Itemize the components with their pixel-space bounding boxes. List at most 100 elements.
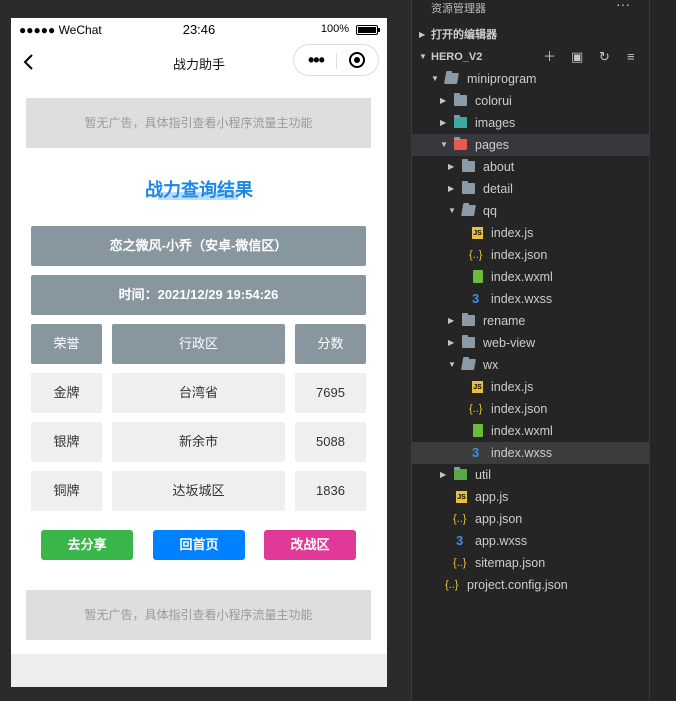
- header-honor: 荣誉: [31, 324, 102, 364]
- tree-item-qq-index-js[interactable]: JS index.js: [411, 222, 649, 244]
- tree-label: miniprogram: [467, 72, 537, 86]
- capsule-divider: [336, 53, 337, 69]
- util-folder-icon: [454, 467, 467, 480]
- tree-label: web-view: [483, 336, 536, 350]
- home-button[interactable]: 回首页: [153, 530, 245, 560]
- open-editors-label: 打开的编辑器: [431, 29, 497, 41]
- ad-banner-bottom[interactable]: 暂无广告，具体指引查看小程序流量主功能: [26, 590, 371, 640]
- tree-label: project.config.json: [467, 578, 568, 592]
- chevron-down-icon: ▼: [448, 360, 456, 369]
- tree-item-wx-index-wxml[interactable]: index.wxml: [411, 420, 649, 442]
- project-section[interactable]: ▼ HERO_V2 ＋ ▣ ↻ ≡: [411, 46, 649, 68]
- tree-label: pages: [475, 138, 510, 152]
- chevron-right-icon: ▶: [440, 470, 447, 479]
- tree-label: index.wxss: [491, 292, 553, 306]
- tree-item-wx[interactable]: ▼ wx: [411, 354, 649, 376]
- tree-item-pages[interactable]: ▼ pages: [411, 134, 649, 156]
- tree-item-wx-index-json[interactable]: {..} index.json: [411, 398, 649, 420]
- row-bronze-score: 1836: [295, 471, 366, 511]
- tree-label: colorui: [475, 94, 512, 108]
- tree-item-app-json[interactable]: {..} app.json: [411, 508, 649, 530]
- tree-item-app-wxss[interactable]: 3 app.wxss: [411, 530, 649, 552]
- js-icon: JS: [472, 381, 483, 393]
- tree-item-colorui[interactable]: ▶ colorui: [411, 90, 649, 112]
- row-gold-region: 台湾省: [112, 373, 285, 413]
- chevron-right-icon: ▶: [448, 184, 455, 193]
- tree-item-wx-index-js[interactable]: JS index.js: [411, 376, 649, 398]
- tree-item-miniprogram[interactable]: ▼ miniprogram: [411, 68, 649, 90]
- tree-label: wx: [483, 358, 499, 372]
- tree-label: app.wxss: [475, 534, 528, 548]
- tree-label: index.js: [491, 380, 534, 394]
- pages-folder-icon: [454, 137, 467, 150]
- page-content: 暂无广告，具体指引查看小程序流量主功能 战力查询结果 恋之微风-小乔（安卓-微信…: [11, 84, 387, 654]
- folder-icon: [462, 159, 475, 172]
- open-editors-section[interactable]: ▶ 打开的编辑器: [411, 24, 649, 46]
- tree-label: about: [483, 160, 515, 174]
- new-folder-icon[interactable]: ▣: [571, 46, 583, 68]
- row-silver-region: 新余市: [112, 422, 285, 462]
- result-title: 战力查询结果: [11, 176, 387, 202]
- wxss-icon: 3: [456, 533, 464, 548]
- more-actions-icon[interactable]: ···: [616, 0, 630, 12]
- refresh-icon[interactable]: ↻: [599, 46, 610, 68]
- header-score: 分数: [295, 324, 366, 364]
- tree-item-about[interactable]: ▶ about: [411, 156, 649, 178]
- tree-label: util: [475, 468, 491, 482]
- tree-label: rename: [483, 314, 526, 328]
- tree-item-rename[interactable]: ▶ rename: [411, 310, 649, 332]
- wxss-icon: 3: [472, 445, 480, 460]
- more-dots-icon[interactable]: •••: [308, 51, 325, 69]
- tree-label: index.json: [491, 402, 548, 416]
- row-gold-score: 7695: [295, 373, 366, 413]
- chevron-right-icon: ▶: [448, 316, 455, 325]
- tree-item-qq-index-wxml[interactable]: index.wxml: [411, 266, 649, 288]
- json-icon: {..}: [469, 403, 483, 415]
- tree-item-project-config-json[interactable]: {..} project.config.json: [411, 574, 649, 596]
- new-file-icon[interactable]: ＋: [543, 46, 556, 68]
- change-region-button[interactable]: 改战区: [264, 530, 356, 560]
- tree-item-sitemap-json[interactable]: {..} sitemap.json: [411, 552, 649, 574]
- chevron-down-icon: ▼: [419, 52, 427, 61]
- json-icon: {..}: [453, 557, 467, 569]
- collapse-all-icon[interactable]: ≡: [627, 46, 635, 68]
- file-explorer: 资源管理器 ··· ▶ 打开的编辑器 ▼ HERO_V2 ＋ ▣ ↻ ≡ ▼ m…: [411, 0, 676, 701]
- result-title-text: 战力查询结果: [145, 180, 253, 200]
- row-silver-honor: 银牌: [31, 422, 102, 462]
- tree-item-app-js[interactable]: JS app.js: [411, 486, 649, 508]
- share-button[interactable]: 去分享: [41, 530, 133, 560]
- chevron-right-icon: ▶: [448, 162, 455, 171]
- ad-banner-top[interactable]: 暂无广告，具体指引查看小程序流量主功能: [26, 98, 371, 148]
- tree-label: app.js: [475, 490, 509, 504]
- wxss-icon: 3: [472, 291, 480, 306]
- wxml-icon: [473, 424, 483, 437]
- folder-open-icon: [444, 73, 459, 84]
- folder-open-icon: [461, 205, 476, 216]
- tree-item-util[interactable]: ▶ util: [411, 464, 649, 486]
- tree-item-detail[interactable]: ▶ detail: [411, 178, 649, 200]
- folder-icon: [462, 313, 475, 326]
- time-info-bar: 时间：2021/12/29 19:54:26: [31, 275, 366, 315]
- explorer-right-border: [649, 0, 650, 701]
- tree-label: index.js: [491, 226, 534, 240]
- tree-label: index.wxml: [491, 270, 553, 284]
- tree-item-wx-index-wxss[interactable]: 3 index.wxss: [411, 442, 649, 464]
- tree-label: qq: [483, 204, 497, 218]
- folder-icon: [462, 335, 475, 348]
- tree-item-qq[interactable]: ▼ qq: [411, 200, 649, 222]
- close-target-icon[interactable]: [349, 52, 365, 68]
- tree-item-qq-index-wxss[interactable]: 3 index.wxss: [411, 288, 649, 310]
- json-icon: {..}: [453, 513, 467, 525]
- js-icon: JS: [456, 491, 467, 503]
- tree-item-images[interactable]: ▶ images: [411, 112, 649, 134]
- nav-bar: 战力助手 •••: [11, 42, 387, 84]
- js-icon: JS: [472, 227, 483, 239]
- wxml-icon: [473, 270, 483, 283]
- tree-item-web-view[interactable]: ▶ web-view: [411, 332, 649, 354]
- tree-item-qq-index-json[interactable]: {..} index.json: [411, 244, 649, 266]
- status-bar: ●●●●● WeChat 23:46 100%: [11, 18, 387, 42]
- chevron-right-icon: ▶: [419, 30, 426, 39]
- chevron-right-icon: ▶: [440, 96, 447, 105]
- json-icon: {..}: [469, 249, 483, 261]
- folder-icon: [462, 181, 475, 194]
